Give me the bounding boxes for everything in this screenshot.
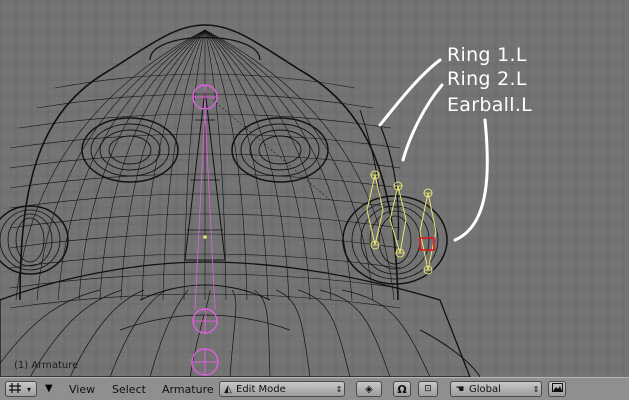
proportional-edit-toggle[interactable]: Ω xyxy=(393,381,411,397)
body-wire xyxy=(297,289,351,377)
transform-orientation-select[interactable]: ☚ Global ⇕ xyxy=(450,381,542,397)
leader-ring-1 xyxy=(378,58,442,127)
bone-tip xyxy=(203,235,207,239)
collapse-menu-triangle-icon[interactable]: ▼ xyxy=(45,383,53,394)
body-wire xyxy=(275,289,311,377)
body-wire xyxy=(319,289,391,377)
3d-viewport[interactable]: Ring 1.L Ring 2.L Earball.L (1) Armature xyxy=(0,0,629,377)
render-preview-button[interactable] xyxy=(548,381,566,397)
edit-mode-icon: ◭ xyxy=(224,383,232,395)
annotation-ring-1-l: Ring 1.L xyxy=(447,44,527,66)
window-type-menu[interactable]: ▾ xyxy=(5,381,37,397)
object-name-label: (1) Armature xyxy=(14,360,79,371)
ear-ring xyxy=(359,109,381,201)
body-wire xyxy=(341,289,431,377)
wireframe-scene xyxy=(0,0,629,377)
hand-icon: ☚ xyxy=(455,383,465,395)
image-icon xyxy=(549,383,565,395)
3d-view-header: ▾ ▼ View Select Armature ◭ Edit Mode ⇕ ◈… xyxy=(0,377,629,400)
mode-select[interactable]: ◭ Edit Mode ⇕ xyxy=(219,381,345,397)
body-wire xyxy=(69,289,145,377)
left-eye xyxy=(90,123,170,177)
head-outline xyxy=(19,24,399,301)
menu-view[interactable]: View xyxy=(69,383,95,396)
right-eye xyxy=(240,123,320,177)
magnet-icon: Ω xyxy=(397,382,407,396)
updown-arrows-icon: ⇕ xyxy=(532,384,540,394)
head-longitude xyxy=(36,29,206,301)
annotation-earball-l: Earball.L xyxy=(447,94,533,116)
updown-arrows-icon: ⇕ xyxy=(335,384,343,394)
chevron-down-icon: ▾ xyxy=(26,384,31,394)
body-wire xyxy=(149,289,189,377)
mode-select-value: Edit Mode xyxy=(236,383,286,395)
grid-icon xyxy=(6,382,24,397)
snap-toggle[interactable]: ⊡ xyxy=(418,381,438,397)
leader-earball xyxy=(453,118,489,242)
menu-select[interactable]: Select xyxy=(112,383,146,396)
orientation-value: Global xyxy=(469,383,501,395)
snap-icon: ⊡ xyxy=(424,384,432,394)
menu-armature[interactable]: Armature xyxy=(162,383,214,396)
body-wire xyxy=(419,329,481,377)
body-wire xyxy=(229,289,237,377)
body-wire xyxy=(109,289,167,377)
annotation-ring-2-l: Ring 2.L xyxy=(447,68,527,90)
pivot-icon: ◈ xyxy=(365,383,373,395)
pivot-point-select[interactable]: ◈ xyxy=(356,381,382,397)
